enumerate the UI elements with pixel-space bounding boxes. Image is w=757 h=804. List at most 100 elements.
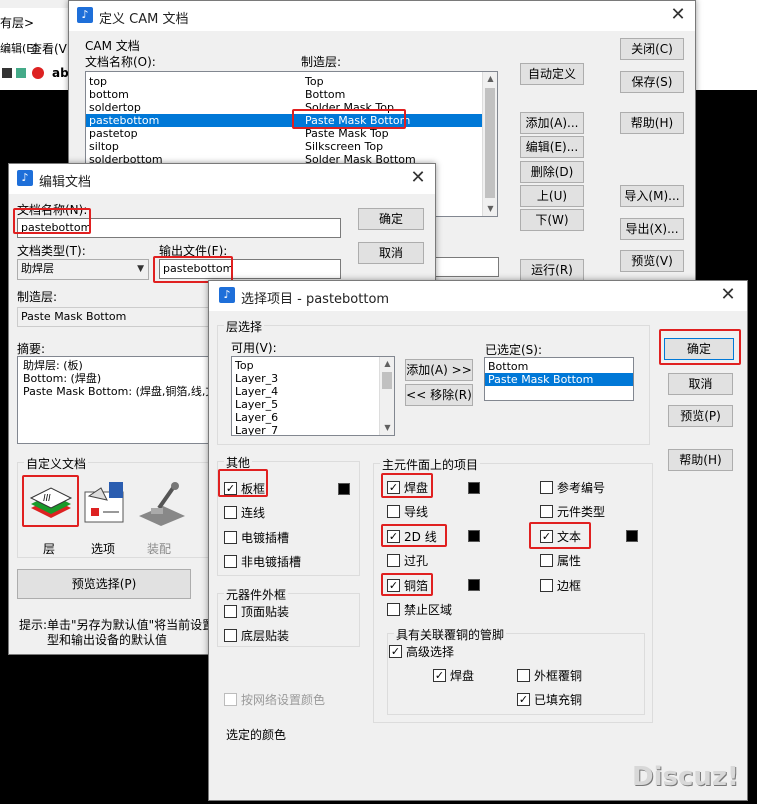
advanced-select-checkbox[interactable]: ✓ 高级选择 bbox=[389, 643, 454, 659]
preview-button[interactable]: 预览(P) bbox=[668, 405, 733, 427]
run-button[interactable]: 运行(R) bbox=[520, 259, 584, 281]
table-row[interactable]: pastetop Paste Mask Top bbox=[86, 127, 497, 140]
checkbox[interactable] bbox=[224, 505, 237, 519]
highlight-ok-button bbox=[659, 329, 741, 365]
table-row[interactable]: top Top bbox=[86, 75, 497, 88]
checkbox[interactable] bbox=[224, 604, 237, 618]
highlight-layers-icon bbox=[22, 475, 79, 527]
color-swatch[interactable] bbox=[468, 530, 480, 542]
nonplated-slots-checkbox[interactable]: 非电镀插槽 bbox=[224, 553, 301, 569]
checkbox[interactable] bbox=[517, 668, 530, 682]
list-item[interactable]: Layer_4 bbox=[232, 385, 394, 398]
cam-partial-field bbox=[431, 257, 499, 277]
checkbox-checked[interactable]: ✓ bbox=[517, 692, 530, 706]
options-icon[interactable] bbox=[79, 478, 133, 530]
ok-button[interactable]: 确定 bbox=[358, 208, 424, 230]
selected-list[interactable]: Bottom Paste Mask Bottom bbox=[484, 357, 634, 401]
add-layer-button[interactable]: 添加(A) >> bbox=[405, 359, 473, 381]
color-swatch[interactable] bbox=[626, 530, 638, 542]
cancel-button[interactable]: 取消 bbox=[668, 373, 733, 395]
preview-select-button[interactable]: 预览选择(P) bbox=[17, 569, 191, 599]
remove-layer-button[interactable]: << 移除(R) bbox=[405, 384, 473, 406]
attributes-checkbox[interactable]: 属性 bbox=[540, 552, 581, 568]
list-item[interactable]: Top bbox=[232, 359, 394, 372]
checkbox[interactable] bbox=[540, 504, 553, 518]
checkbox-label: 导线 bbox=[404, 504, 429, 519]
close-icon[interactable]: ✕ bbox=[665, 3, 691, 27]
traces-main-checkbox[interactable]: 导线 bbox=[387, 503, 428, 519]
help-button[interactable]: 帮助(H) bbox=[668, 449, 733, 471]
doc-type-select[interactable]: 助焊层 ▼ bbox=[17, 259, 149, 280]
outline-checkbox[interactable]: 边框 bbox=[540, 577, 581, 593]
checkbox[interactable] bbox=[387, 504, 400, 518]
select-titlebar: ♪ 选择项目 - pastebottom ✕ bbox=[209, 281, 747, 311]
list-item-selected[interactable]: Paste Mask Bottom bbox=[485, 373, 633, 386]
export-button[interactable]: 导出(X)... bbox=[620, 218, 684, 240]
table-row[interactable]: bottom Bottom bbox=[86, 88, 497, 101]
color-swatch[interactable] bbox=[468, 579, 480, 591]
move-down-button[interactable]: 下(W) bbox=[520, 209, 584, 231]
bottom-mount-checkbox[interactable]: 底层贴装 bbox=[224, 627, 289, 643]
close-icon[interactable]: ✕ bbox=[405, 166, 431, 190]
auto-define-button[interactable]: 自动定义 bbox=[520, 63, 584, 85]
table-row[interactable]: siltop Silkscreen Top bbox=[86, 140, 497, 153]
import-button[interactable]: 导入(M)... bbox=[620, 185, 684, 207]
refdes-checkbox[interactable]: 参考编号 bbox=[540, 479, 605, 495]
icon-options-label: 选项 bbox=[91, 542, 116, 556]
checkbox-label: 连线 bbox=[241, 505, 266, 520]
close-icon[interactable]: ✕ bbox=[715, 283, 741, 307]
scroll-thumb[interactable] bbox=[485, 88, 495, 198]
pour-pads-checkbox[interactable]: ✓ 焊盘 bbox=[433, 667, 474, 683]
color-swatch[interactable] bbox=[338, 483, 350, 495]
top-mount-checkbox[interactable]: 顶面贴装 bbox=[224, 603, 289, 619]
summary-line: Paste Mask Bottom: (焊盘,铜箔,线,文本 bbox=[23, 385, 217, 398]
checkbox[interactable] bbox=[224, 554, 237, 568]
add-button[interactable]: 添加(A)... bbox=[520, 112, 584, 134]
scroll-down-icon[interactable]: ▼ bbox=[483, 202, 497, 216]
checkbox[interactable] bbox=[387, 553, 400, 567]
assembly-icon[interactable] bbox=[133, 478, 189, 530]
checkbox[interactable] bbox=[224, 530, 237, 544]
checkbox[interactable] bbox=[540, 480, 553, 494]
scroll-thumb[interactable] bbox=[382, 372, 392, 389]
scroll-up-icon[interactable]: ▲ bbox=[483, 72, 497, 86]
component-outline-label: 元器件外框 bbox=[224, 586, 289, 603]
pour-outline-checkbox[interactable]: 外框覆铜 bbox=[517, 667, 582, 683]
checkbox-checked[interactable]: ✓ bbox=[433, 668, 446, 682]
list-item[interactable]: Layer_7 bbox=[232, 424, 394, 435]
traces-checkbox[interactable]: 连线 bbox=[224, 504, 265, 520]
list-item[interactable]: Layer_6 bbox=[232, 411, 394, 424]
checkbox[interactable] bbox=[224, 628, 237, 642]
color-swatch[interactable] bbox=[468, 482, 480, 494]
keepout-checkbox[interactable]: 禁止区域 bbox=[387, 601, 452, 617]
scrollbar[interactable]: ▲ ▼ bbox=[379, 357, 394, 435]
no-entry-icon[interactable] bbox=[32, 67, 44, 79]
list-item[interactable]: Layer_5 bbox=[232, 398, 394, 411]
checkbox-checked[interactable]: ✓ bbox=[389, 644, 402, 658]
toolbar-icon[interactable] bbox=[16, 68, 26, 78]
close-button[interactable]: 关闭(C) bbox=[620, 38, 684, 60]
toolbar-icon[interactable] bbox=[2, 68, 12, 78]
background-menu-view[interactable]: 查看(V) bbox=[30, 40, 72, 57]
checkbox[interactable] bbox=[387, 602, 400, 616]
preview-button[interactable]: 预览(V) bbox=[620, 250, 684, 272]
checkbox[interactable] bbox=[540, 578, 553, 592]
help-button[interactable]: 帮助(H) bbox=[620, 112, 684, 134]
highlight-pads bbox=[381, 473, 433, 498]
vias-checkbox[interactable]: 过孔 bbox=[387, 552, 428, 568]
list-item[interactable]: Layer_3 bbox=[232, 372, 394, 385]
part-type-checkbox[interactable]: 元件类型 bbox=[540, 503, 605, 519]
available-list[interactable]: Top Layer_3 Layer_4 Layer_5 Layer_6 Laye… bbox=[231, 356, 395, 436]
scrollbar[interactable]: ▲ ▼ bbox=[482, 72, 497, 216]
list-item[interactable]: Bottom bbox=[485, 360, 633, 373]
cancel-button[interactable]: 取消 bbox=[358, 242, 424, 264]
delete-button[interactable]: 删除(D) bbox=[520, 161, 584, 183]
scroll-up-icon[interactable]: ▲ bbox=[380, 357, 394, 371]
checkbox[interactable] bbox=[540, 553, 553, 567]
filled-copper-checkbox[interactable]: ✓ 已填充铜 bbox=[517, 691, 582, 707]
edit-button[interactable]: 编辑(E)... bbox=[520, 136, 584, 158]
move-up-button[interactable]: 上(U) bbox=[520, 185, 584, 207]
plated-slots-checkbox[interactable]: 电镀插槽 bbox=[224, 529, 289, 545]
save-button[interactable]: 保存(S) bbox=[620, 71, 684, 93]
scroll-down-icon[interactable]: ▼ bbox=[380, 421, 394, 435]
